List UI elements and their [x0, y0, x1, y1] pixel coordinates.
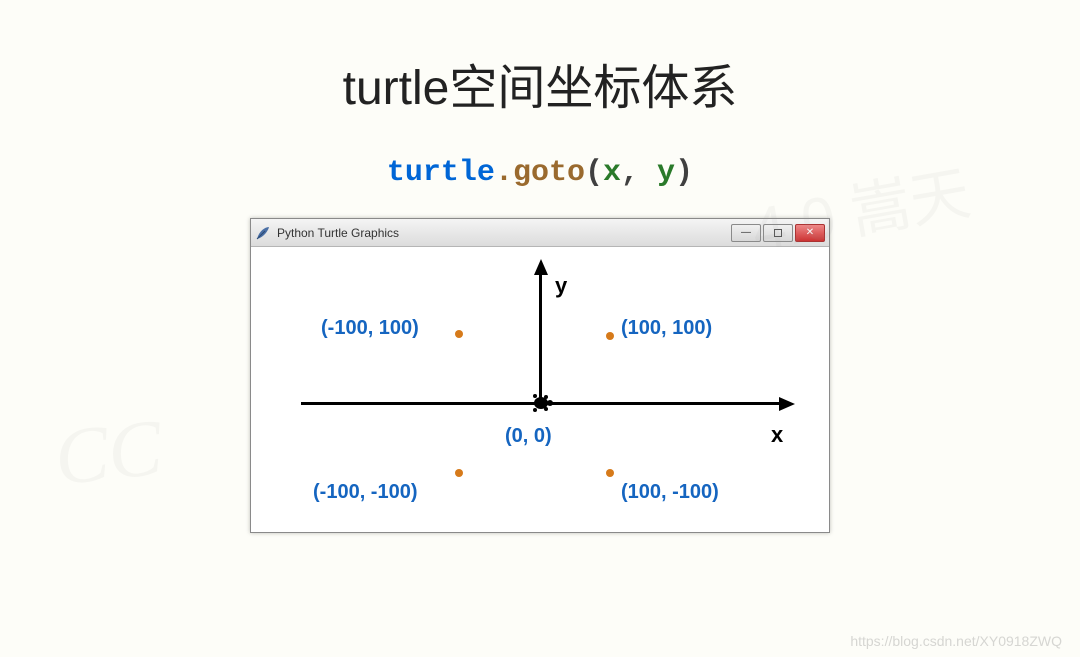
code-snippet: turtle.goto(x, y)	[0, 156, 1080, 190]
y-axis-line	[539, 272, 542, 402]
feather-icon	[255, 225, 271, 241]
point-q2	[455, 330, 463, 338]
q3-coord: (-100, -100)	[313, 481, 418, 504]
slide-title: turtle空间坐标体系	[0, 48, 1080, 118]
watermark-url: https://blog.csdn.net/XY0918ZWQ	[850, 633, 1062, 649]
watermark-cc: CC	[51, 403, 167, 505]
turtle-canvas: y x (0, 0) (-100, 100) (100, 100) (-100,…	[251, 247, 829, 532]
code-func: goto	[513, 156, 585, 190]
point-q4	[606, 469, 614, 477]
turtle-icon	[527, 389, 555, 417]
window-buttons: — ✕	[729, 224, 825, 242]
q1-coord: (100, 100)	[621, 317, 712, 340]
origin-coord: (0, 0)	[505, 425, 552, 448]
window-titlebar: Python Turtle Graphics — ✕	[251, 219, 829, 247]
code-space	[639, 156, 657, 190]
y-axis-arrow	[534, 259, 548, 275]
point-q1	[606, 332, 614, 340]
code-comma: ,	[621, 156, 639, 190]
code-open-paren: (	[585, 156, 603, 190]
code-arg-y: y	[657, 156, 675, 190]
x-axis-arrow	[779, 397, 795, 411]
point-q3	[455, 469, 463, 477]
maximize-button[interactable]	[763, 224, 793, 242]
code-arg-x: x	[603, 156, 621, 190]
q2-coord: (-100, 100)	[321, 317, 419, 340]
q4-coord: (100, -100)	[621, 481, 719, 504]
turtle-window: Python Turtle Graphics — ✕ y x (0, 0) (-…	[250, 218, 830, 533]
window-title: Python Turtle Graphics	[277, 226, 729, 240]
code-close-paren: )	[675, 156, 693, 190]
close-button[interactable]: ✕	[795, 224, 825, 242]
minimize-button[interactable]: —	[731, 224, 761, 242]
code-module: turtle	[387, 156, 495, 190]
x-axis-label: x	[771, 422, 783, 448]
code-dot: .	[495, 156, 513, 190]
y-axis-label: y	[555, 273, 567, 299]
